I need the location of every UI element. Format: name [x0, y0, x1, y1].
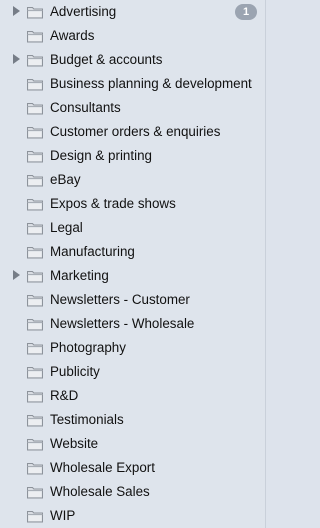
folder-label: Newsletters - Customer — [50, 292, 190, 307]
folder-row[interactable]: Awards — [0, 24, 265, 48]
folder-icon — [27, 487, 43, 499]
folder-label: Newsletters - Wholesale — [50, 316, 195, 331]
folder-label: Testimonials — [50, 412, 124, 427]
folder-icon — [27, 271, 43, 283]
folder-label: WIP — [50, 508, 76, 523]
folder-label: Business planning & development — [50, 76, 252, 91]
folder-label: Wholesale Export — [50, 460, 155, 475]
disclosure-triangle-icon[interactable] — [13, 54, 20, 64]
folder-row[interactable]: Customer orders & enquiries — [0, 120, 265, 144]
folder-row[interactable]: WIP — [0, 504, 265, 528]
folder-row[interactable]: eBay — [0, 168, 265, 192]
folder-row[interactable]: Newsletters - Wholesale — [0, 312, 265, 336]
folder-label: Budget & accounts — [50, 52, 163, 67]
folder-label: Legal — [50, 220, 83, 235]
folder-label: Expos & trade shows — [50, 196, 176, 211]
folder-row[interactable]: R&D — [0, 384, 265, 408]
folder-label: Advertising — [50, 4, 117, 19]
folder-label: Manufacturing — [50, 244, 135, 259]
folder-label: eBay — [50, 172, 81, 187]
folder-row[interactable]: Manufacturing — [0, 240, 265, 264]
folder-label: Awards — [50, 28, 95, 43]
folder-icon — [27, 391, 43, 403]
folder-label: R&D — [50, 388, 79, 403]
folder-icon — [27, 175, 43, 187]
folder-icon — [27, 439, 43, 451]
folder-row[interactable]: Testimonials — [0, 408, 265, 432]
disclosure-triangle-icon[interactable] — [13, 270, 20, 280]
folder-icon — [27, 295, 43, 307]
folder-icon — [27, 247, 43, 259]
folder-row[interactable]: Publicity — [0, 360, 265, 384]
folder-icon — [27, 415, 43, 427]
folder-label: Website — [50, 436, 99, 451]
folder-icon — [27, 55, 43, 67]
folder-icon — [27, 79, 43, 91]
folder-icon — [27, 343, 43, 355]
folder-row[interactable]: Design & printing — [0, 144, 265, 168]
folder-icon — [27, 511, 43, 523]
folder-row[interactable]: Advertising 1 — [0, 0, 265, 24]
mailbox-folder-sidebar: Advertising 1 Awards Budget & accounts Busin… — [0, 0, 266, 528]
folder-icon — [27, 31, 43, 43]
folder-icon — [27, 7, 43, 19]
folder-row[interactable]: Consultants — [0, 96, 265, 120]
folder-row[interactable]: Photography — [0, 336, 265, 360]
folder-label: Publicity — [50, 364, 100, 379]
folder-label: Marketing — [50, 268, 109, 283]
folder-row[interactable]: Wholesale Export — [0, 456, 265, 480]
folder-icon — [27, 127, 43, 139]
folder-icon — [27, 151, 43, 163]
disclosure-triangle-icon[interactable] — [13, 6, 20, 16]
folder-row[interactable]: Newsletters - Customer — [0, 288, 265, 312]
folder-row[interactable]: Budget & accounts — [0, 48, 265, 72]
folder-icon — [27, 223, 43, 235]
folder-row[interactable]: Business planning & development — [0, 72, 265, 96]
folder-label: Consultants — [50, 100, 121, 115]
folder-label: Photography — [50, 340, 126, 355]
folder-row[interactable]: Expos & trade shows — [0, 192, 265, 216]
folder-label: Customer orders & enquiries — [50, 124, 221, 139]
folder-icon — [27, 367, 43, 379]
folder-label: Wholesale Sales — [50, 484, 150, 499]
folder-icon — [27, 103, 43, 115]
folder-label: Design & printing — [50, 148, 152, 163]
folder-icon — [27, 463, 43, 475]
unread-count-badge: 1 — [235, 4, 257, 20]
folder-row[interactable]: Legal — [0, 216, 265, 240]
folder-icon — [27, 199, 43, 211]
folder-row[interactable]: Wholesale Sales — [0, 480, 265, 504]
folder-row[interactable]: Marketing — [0, 264, 265, 288]
folder-icon — [27, 319, 43, 331]
folder-row[interactable]: Website — [0, 432, 265, 456]
